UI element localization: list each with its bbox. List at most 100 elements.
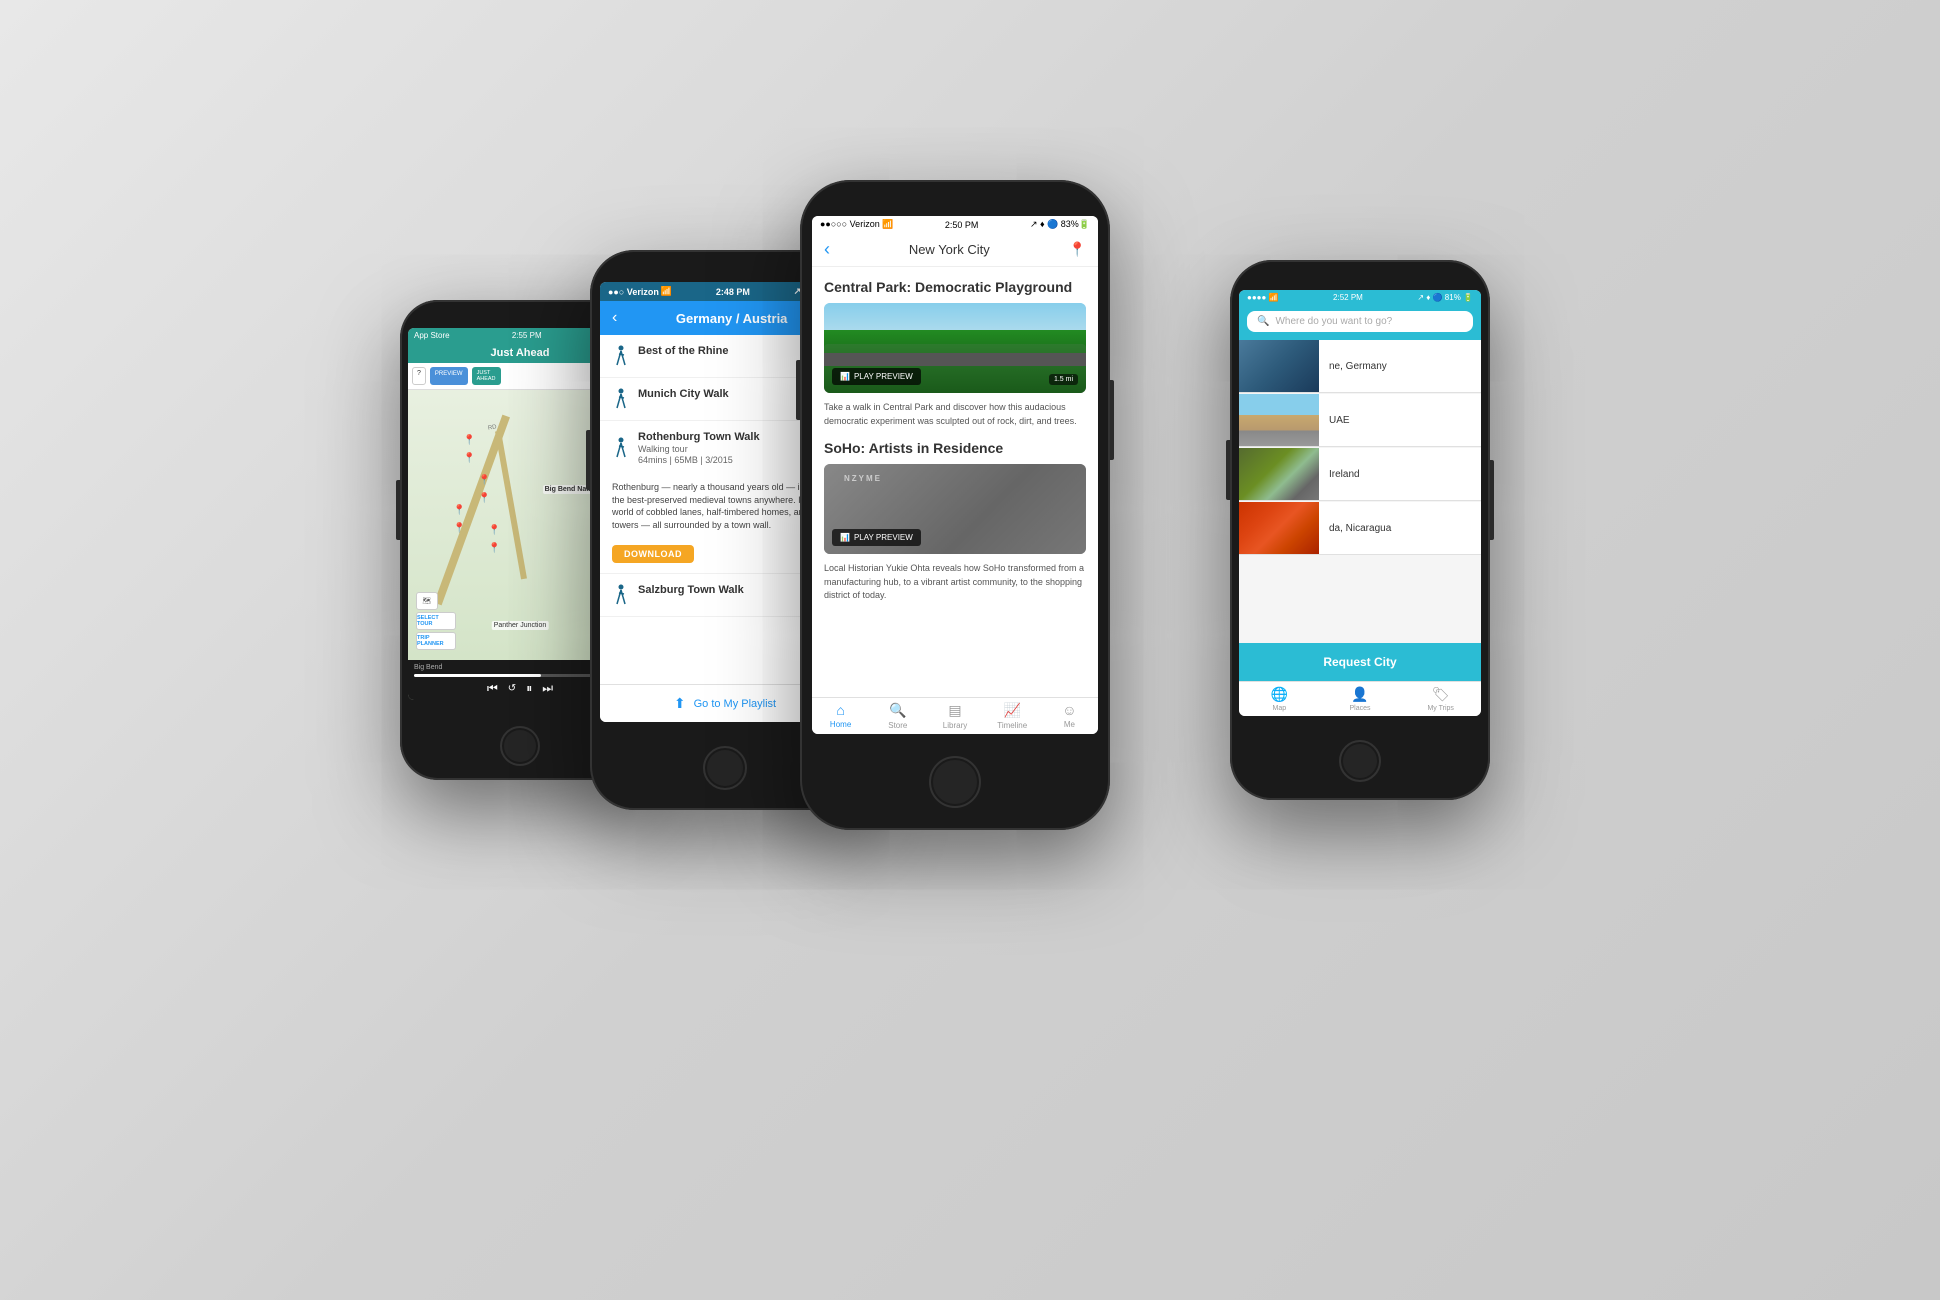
phone4-status-bar: ●●●● 📶 2:52 PM ↗ ♦ 🔵 81% 🔋 [1239,290,1481,305]
phone3-status-bar: ●●○○○ Verizon 📶 2:50 PM ↗ ♦ 🔵 83%🔋 [812,216,1098,233]
phone3-header: ‹ New York City 📍 [812,233,1098,267]
phone4-places-list: ne, Germany UAE Ireland da, Nicaragua [1239,340,1481,643]
phone4-time: 2:52 PM [1333,293,1363,302]
duration-badge: 1.5 mi [1049,374,1078,385]
rc-tab-map[interactable]: 🌐 Map [1239,686,1320,712]
rc-item-nicaragua[interactable]: da, Nicaragua [1239,502,1481,555]
tour-title-salzburg: Salzburg Town Walk [638,584,744,596]
soho-desc: Local Historian Yukie Ohta reveals how S… [824,562,1086,603]
phone-4-screen: ●●●● 📶 2:52 PM ↗ ♦ 🔵 81% 🔋 🔍 Where do yo… [1239,290,1481,716]
rc-item-ireland[interactable]: Ireland [1239,448,1481,501]
select-tour-btn[interactable]: SELECT TOUR [416,612,456,630]
rc-item-germany[interactable]: ne, Germany [1239,340,1481,393]
just-ahead-btn[interactable]: JUSTAHEAD [472,367,501,385]
uae-thumbnail [1239,394,1319,446]
rothenburg-title-block: Rothenburg Town Walk Walking tour 64mins… [638,431,760,465]
map-road-2 [495,431,527,580]
tour-title-rhine: Best of the Rhine [638,345,728,357]
map-pin-4: 📍 [488,520,500,534]
nicaragua-label: da, Nicaragua [1319,517,1401,540]
rothenburg-header-row: Rothenburg Town Walk Walking tour 64mins… [612,431,760,465]
soho-title: SoHo: Artists in Residence [824,440,1086,456]
walk-icon-1 [612,345,630,367]
tab-me[interactable]: ☺ Me [1041,702,1098,730]
search-icon: 🔍 [1257,316,1269,327]
request-city-button[interactable]: Request City [1239,643,1481,681]
germany-thumbnail [1239,340,1319,392]
library-icon: ▤ [948,702,961,719]
uae-label: UAE [1319,409,1360,432]
back-button[interactable]: ‹ [612,309,617,327]
phone3-tab-bar: ⌂ Home 🔍 Store ▤ Library 📈 Timeline [812,697,1098,734]
bar-chart-icon-2: 📊 [840,533,850,542]
me-icon: ☺ [1062,702,1076,718]
map-pin-1: 📍 [463,430,475,444]
fast-forward-icon[interactable]: ⏭ [542,681,553,696]
nicaragua-thumbnail [1239,502,1319,554]
tab-store[interactable]: 🔍 Store [869,702,926,730]
soho-image: NZYME 📊 PLAY PREVIEW [824,464,1086,554]
map-icon[interactable]: 🗺 [416,592,438,610]
phone4-battery: ↗ ♦ 🔵 81% 🔋 [1417,293,1473,302]
share-icon: ⬆ [674,695,686,712]
phone1-carrier: App Store [414,331,450,340]
pause-icon[interactable]: ⏸ [526,681,532,696]
trip-planner-btn[interactable]: TRIP PLANNER [416,632,456,650]
phone2-carrier: ●●○ Verizon 📶 [608,286,672,297]
phone-newyork: ●●○○○ Verizon 📶 2:50 PM ↗ ♦ 🔵 83%🔋 ‹ New… [800,180,1110,830]
phone3-battery: ↗ ♦ 🔵 83%🔋 [1030,219,1090,230]
phone3-time: 2:50 PM [945,220,979,230]
phone4-tab-bar: 🌐 Map 👤 Places 🏷 My Trips [1239,681,1481,716]
timeline-icon: 📈 [1003,702,1020,719]
replay-icon[interactable]: ↺ [508,683,516,694]
playlist-button[interactable]: Go to My Playlist [694,698,777,710]
ny-city-title: New York City [830,242,1069,257]
phone1-home-button[interactable] [500,726,540,766]
tab-home[interactable]: ⌂ Home [812,702,869,730]
search-input[interactable]: 🔍 Where do you want to go? [1247,311,1473,332]
location-icon: 📍 [1069,241,1086,258]
map-label-panther: Panther Junction [492,621,549,630]
map-pin-3: 📍 [453,500,465,514]
store-icon: 🔍 [889,702,906,719]
play-preview-btn-2[interactable]: 📊 PLAY PREVIEW [832,529,921,546]
bar-chart-icon: 📊 [840,372,850,381]
home-icon: ⌂ [836,702,844,718]
rc-tab-mytrips[interactable]: 🏷 My Trips [1400,686,1481,712]
phone2-home-button[interactable] [703,746,747,790]
rewind-icon[interactable]: ⏮ [487,681,498,696]
mytrips-icon: 🏷 [1432,686,1450,703]
phone1-time: 2:55 PM [512,331,542,340]
central-park-title: Central Park: Democratic Playground [824,279,1086,295]
tab-timeline[interactable]: 📈 Timeline [984,702,1041,730]
map-pin-2: 📍 [478,470,490,484]
walk-icon-2 [612,388,630,410]
walk-icon-3 [612,437,630,459]
phone4-search-bar: 🔍 Where do you want to go? [1239,305,1481,340]
track-name: Big Bend [414,664,442,671]
preview-btn[interactable]: PREVIEW [430,367,468,385]
park-sky [824,303,1086,330]
phone2-time: 2:48 PM [716,287,750,297]
rc-tab-places[interactable]: 👤 Places [1320,686,1401,712]
park-path [824,353,1086,367]
phone3-home-button[interactable] [929,756,981,808]
phone-request-city: ●●●● 📶 2:52 PM ↗ ♦ 🔵 81% 🔋 🔍 Where do yo… [1230,260,1490,800]
places-icon: 👤 [1351,686,1368,703]
phone-3-screen: ●●○○○ Verizon 📶 2:50 PM ↗ ♦ 🔵 83%🔋 ‹ New… [812,216,1098,734]
central-park-image: 📊 PLAY PREVIEW 1.5 mi [824,303,1086,393]
tab-library[interactable]: ▤ Library [926,702,983,730]
tour-title-munich: Munich City Walk [638,388,729,400]
central-park-desc: Take a walk in Central Park and discover… [824,401,1086,428]
download-button[interactable]: DOWNLOAD [612,545,694,563]
ny-content: Central Park: Democratic Playground 📊 PL… [812,267,1098,697]
rc-item-uae[interactable]: UAE [1239,394,1481,447]
germany-label: ne, Germany [1319,355,1397,378]
ireland-thumbnail [1239,448,1319,500]
phone4-home-button[interactable] [1339,740,1381,782]
graffiti-text: NZYME [844,474,882,483]
question-btn[interactable]: ? [412,367,426,385]
progress-fill [414,674,541,677]
play-preview-btn-1[interactable]: 📊 PLAY PREVIEW [832,368,921,385]
phone3-carrier: ●●○○○ Verizon 📶 [820,219,893,230]
